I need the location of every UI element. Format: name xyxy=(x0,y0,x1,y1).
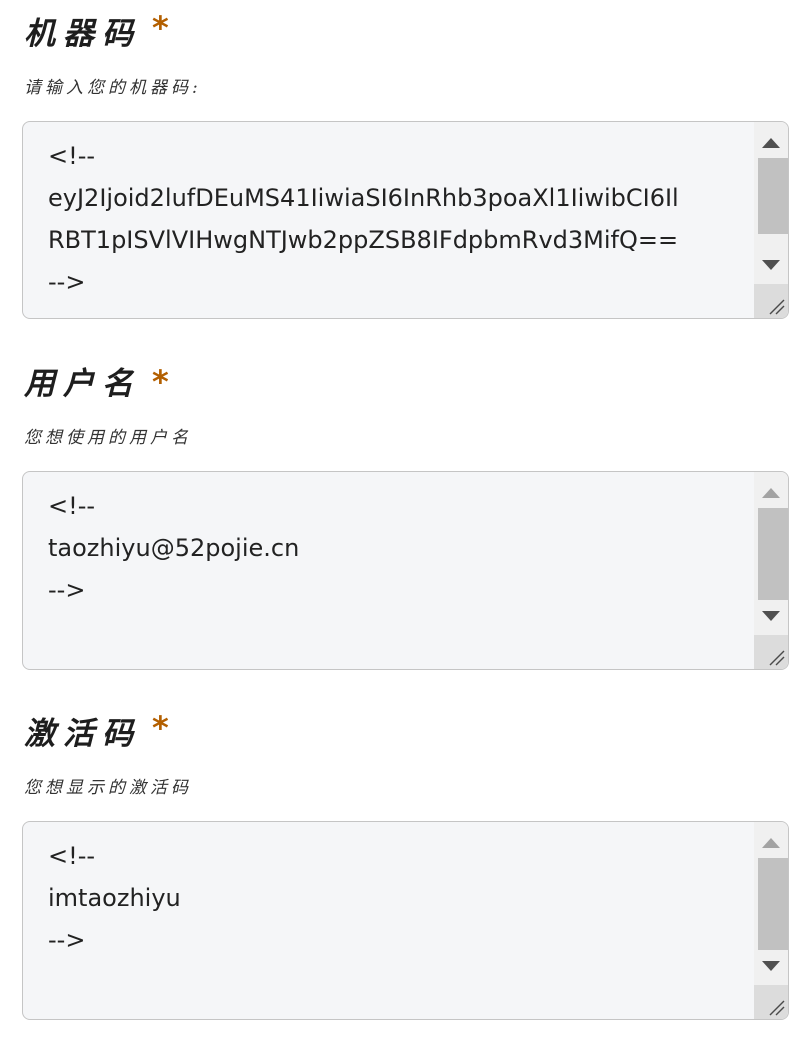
scroll-up-arrow-icon[interactable] xyxy=(754,128,788,158)
username-value[interactable]: <!-- taozhiyu@52pojie.cn --> xyxy=(48,485,748,611)
activation-code-value[interactable]: <!-- imtaozhiyu --> xyxy=(48,835,748,961)
resize-grip-icon[interactable] xyxy=(754,635,788,669)
username-textarea[interactable]: <!-- taozhiyu@52pojie.cn --> xyxy=(22,471,789,670)
scrollbar-thumb[interactable] xyxy=(758,508,788,600)
textarea-line: RBT1pISVlVIHwgNTJwb2ppZSB8IFdpbmRvd3MifQ… xyxy=(48,226,679,254)
required-asterisk: * xyxy=(152,709,169,747)
activation-code-label: 激活码 xyxy=(24,716,141,752)
textarea-line: imtaozhiyu xyxy=(48,884,181,912)
scroll-down-arrow-icon[interactable] xyxy=(754,951,788,981)
username-label: 用户名 xyxy=(24,366,141,402)
textarea-line: --> xyxy=(48,926,86,954)
required-asterisk: * xyxy=(152,363,169,401)
activation-code-textarea[interactable]: <!-- imtaozhiyu --> xyxy=(22,821,789,1020)
scroll-down-arrow-icon[interactable] xyxy=(754,601,788,631)
machine-code-textarea[interactable]: <!-- eyJ2Ijoid2lufDEuMS41IiwiaSI6InRhb3p… xyxy=(22,121,789,319)
scroll-down-arrow-icon[interactable] xyxy=(754,250,788,280)
textarea-line: <!-- xyxy=(48,492,96,520)
scrollbar-thumb[interactable] xyxy=(758,158,788,234)
activation-code-hint: 您想显示的激活码 xyxy=(24,778,192,798)
textarea-line: taozhiyu@52pojie.cn xyxy=(48,534,300,562)
textarea-line: eyJ2Ijoid2lufDEuMS41IiwiaSI6InRhb3poaXl1… xyxy=(48,184,679,212)
machine-code-label: 机器码 xyxy=(24,16,141,52)
machine-code-hint: 请输入您的机器码: xyxy=(24,78,202,98)
resize-grip-icon[interactable] xyxy=(754,985,788,1019)
scroll-up-arrow-icon[interactable] xyxy=(754,478,788,508)
resize-grip-icon[interactable] xyxy=(754,284,788,318)
textarea-line: <!-- xyxy=(48,142,96,170)
textarea-line: --> xyxy=(48,576,86,604)
username-hint: 您想使用的用户名 xyxy=(24,428,192,448)
required-asterisk: * xyxy=(152,9,169,47)
machine-code-value[interactable]: <!-- eyJ2Ijoid2lufDEuMS41IiwiaSI6InRhb3p… xyxy=(48,135,748,303)
textarea-line: <!-- xyxy=(48,842,96,870)
scroll-up-arrow-icon[interactable] xyxy=(754,828,788,858)
textarea-line: --> xyxy=(48,268,86,296)
scrollbar-thumb[interactable] xyxy=(758,858,788,950)
